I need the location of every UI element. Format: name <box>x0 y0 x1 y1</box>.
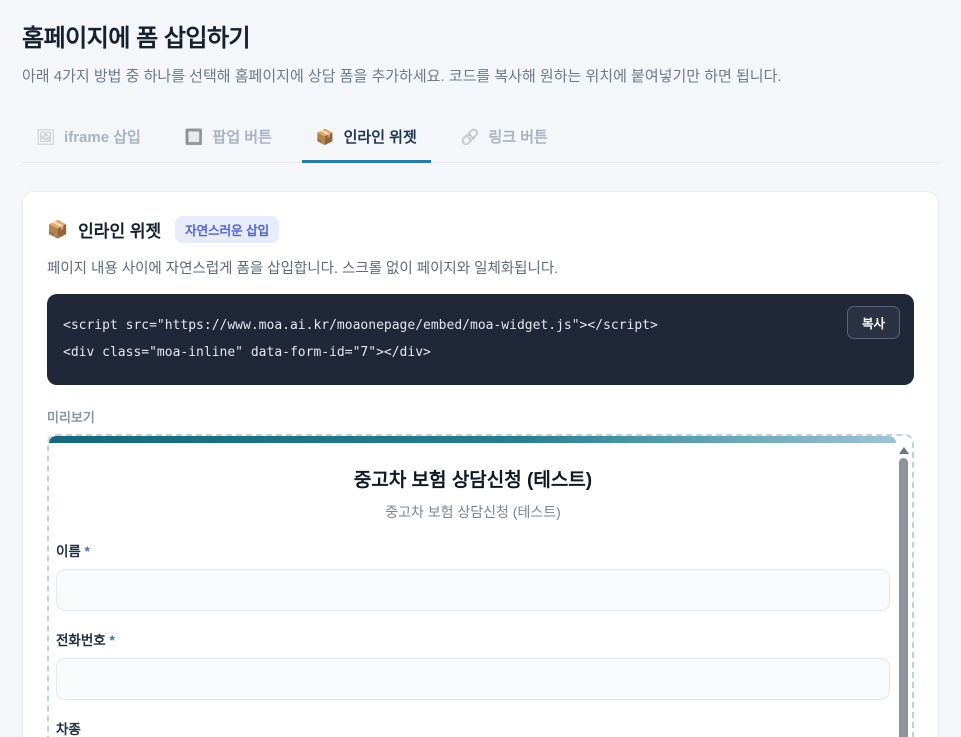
link-icon: 🔗 <box>461 128 480 146</box>
card-description: 페이지 내용 사이에 자연스럽게 폼을 삽입합니다. 스크롤 없이 페이지와 일… <box>47 257 914 278</box>
required-mark: * <box>81 544 90 559</box>
embed-method-tabs: 🖼 iframe 삽입 🔲 팝업 버튼 📦 인라인 위젯 🔗 링크 버튼 <box>22 116 939 163</box>
required-mark: * <box>106 633 115 648</box>
square-button-icon: 🔲 <box>185 128 204 146</box>
embed-settings-page: 홈페이지에 폼 삽입하기 아래 4가지 방법 중 하나를 선택해 홈페이지에 상… <box>0 0 961 737</box>
tab-popup-button[interactable]: 🔲 팝업 버튼 <box>171 116 286 163</box>
preview-scrollbar[interactable] <box>897 445 910 737</box>
tab-label: iframe 삽입 <box>64 126 141 147</box>
code-line-div: <div class="moa-inline" data-form-id="7"… <box>63 340 804 367</box>
field-label: 전화번호 * <box>56 633 115 648</box>
preview-form-fields: 이름 * 전화번호 * 차종 연식 <box>56 540 890 737</box>
embed-code-block: <script src="https://www.moa.ai.kr/moaon… <box>47 294 914 385</box>
preview-accent-bar <box>49 436 896 443</box>
field-row-name: 이름 * <box>56 540 890 611</box>
preview-label: 미리보기 <box>47 407 914 426</box>
preview-form-title: 중고차 보험 상담신청 (테스트) <box>56 465 890 492</box>
form-preview-frame: 중고차 보험 상담신청 (테스트) 중고차 보험 상담신청 (테스트) 이름 *… <box>47 434 914 737</box>
field-label: 차종 <box>56 722 81 737</box>
tab-iframe-embed[interactable]: 🖼 iframe 삽입 <box>22 116 155 163</box>
tab-label: 인라인 위젯 <box>344 126 417 147</box>
package-icon: 📦 <box>316 128 335 146</box>
scrollbar-thumb[interactable] <box>899 458 908 737</box>
preview-form-subtitle: 중고차 보험 상담신청 (테스트) <box>56 502 890 522</box>
framed-picture-icon: 🖼 <box>36 128 55 146</box>
card-header: 📦 인라인 위젯 자연스러운 삽입 <box>47 216 914 243</box>
tab-label: 팝업 버튼 <box>213 126 272 147</box>
field-label: 이름 * <box>56 544 90 559</box>
tab-link-button[interactable]: 🔗 링크 버튼 <box>447 116 562 163</box>
code-line-script: <script src="https://www.moa.ai.kr/moaon… <box>63 313 804 340</box>
card-title: 인라인 위젯 <box>78 217 161 242</box>
phone-input[interactable] <box>56 658 890 700</box>
page-subtitle: 아래 4가지 방법 중 하나를 선택해 홈페이지에 상담 폼을 추가하세요. 코… <box>22 65 939 86</box>
natural-insert-badge: 자연스러운 삽입 <box>175 216 279 243</box>
scrollbar-up-arrow-icon[interactable] <box>899 447 909 454</box>
tab-label: 링크 버튼 <box>488 126 547 147</box>
name-input[interactable] <box>56 569 890 611</box>
page-title: 홈페이지에 폼 삽입하기 <box>22 18 939 53</box>
field-row-car-model: 차종 <box>56 718 890 737</box>
inline-widget-card: 📦 인라인 위젯 자연스러운 삽입 페이지 내용 사이에 자연스럽게 폼을 삽입… <box>22 191 939 737</box>
preview-form: 중고차 보험 상담신청 (테스트) 중고차 보험 상담신청 (테스트) 이름 *… <box>49 443 912 737</box>
package-icon: 📦 <box>47 220 68 240</box>
field-row-phone: 전화번호 * <box>56 629 890 700</box>
tab-inline-widget[interactable]: 📦 인라인 위젯 <box>302 116 431 163</box>
copy-code-button[interactable]: 복사 <box>847 306 900 339</box>
